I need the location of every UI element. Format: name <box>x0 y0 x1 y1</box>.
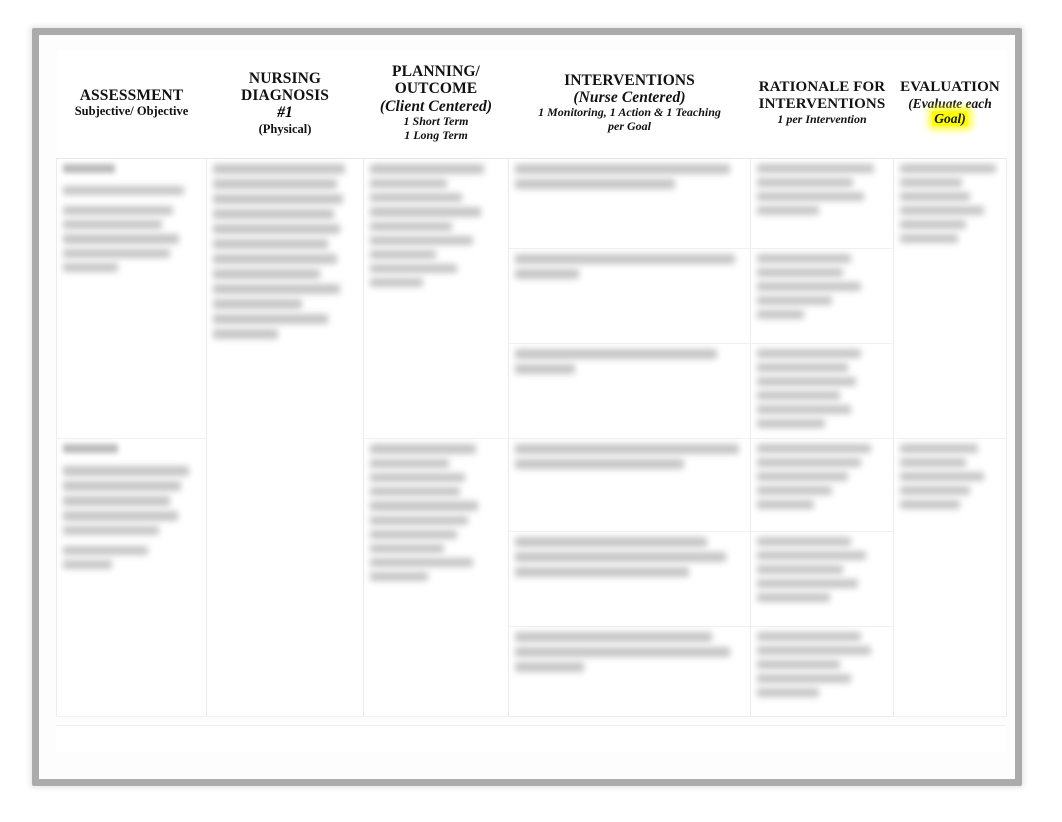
rationale-subtitle: 1 per Intervention <box>777 111 867 126</box>
cell-interventions-1-3[interactable] <box>508 343 751 439</box>
table-header: ASSESSMENT Subjective/ Objective NURSING… <box>56 50 1007 159</box>
cell-evaluation-1[interactable] <box>893 158 1007 439</box>
cell-rationale-2-3[interactable] <box>750 626 894 717</box>
cell-assessment-1[interactable] <box>56 158 207 439</box>
column-header-assessment: ASSESSMENT Subjective/ Objective <box>56 50 207 159</box>
table-body <box>56 158 1007 717</box>
cell-assessment-2[interactable] <box>56 438 207 717</box>
cell-evaluation-2[interactable] <box>893 438 1007 717</box>
evaluation-subtitle-line1: (Evaluate each <box>908 95 992 111</box>
redacted-content-interventions-2-3 <box>515 631 744 672</box>
column-header-evaluation: EVALUATION (Evaluate each Goal) <box>893 50 1007 159</box>
cell-interventions-2-3[interactable] <box>508 626 751 717</box>
interventions-title: INTERVENTIONS <box>564 71 695 89</box>
planning-title-line2: OUTCOME <box>394 80 478 98</box>
redacted-content-rationale-2-2 <box>757 536 887 602</box>
cell-interventions-1-1[interactable] <box>508 158 751 249</box>
redacted-content-planning-1 <box>370 163 502 287</box>
redacted-content-assessment-2 <box>63 443 200 569</box>
diagnosis-number: #1 <box>277 104 293 122</box>
rationale-title-line2: INTERVENTIONS <box>758 95 886 112</box>
cell-rationale-1-3[interactable] <box>750 343 894 439</box>
redacted-content-evaluation-1 <box>900 163 1000 243</box>
cell-diagnosis-1[interactable] <box>206 158 364 717</box>
cell-planning-1[interactable] <box>363 158 509 439</box>
cell-interventions-1-2[interactable] <box>508 248 751 344</box>
diagnosis-title-line2: DIAGNOSIS <box>241 86 329 104</box>
evaluation-goal-highlight: Goal) <box>932 111 968 127</box>
cell-planning-2[interactable] <box>363 438 509 717</box>
planning-note-line1: 1 Short Term <box>403 114 469 129</box>
table-row[interactable] <box>56 158 1007 717</box>
interventions-note-line1: 1 Monitoring, 1 Action & 1 Teaching <box>538 105 721 120</box>
redacted-content-rationale-1-3 <box>757 348 887 428</box>
careplan-table: ASSESSMENT Subjective/ Objective NURSING… <box>56 50 1007 717</box>
evaluation-subtitle-line2: Goal) <box>899 111 1002 127</box>
redacted-content-interventions-1-1 <box>515 163 744 189</box>
redacted-content-rationale-2-3 <box>757 631 887 697</box>
interventions-note-line2: per Goal <box>608 119 651 134</box>
redacted-content-rationale-1-1 <box>757 163 887 215</box>
rationale-title-line1: RATIONALE FOR <box>758 79 886 96</box>
cell-rationale-1-2[interactable] <box>750 248 894 344</box>
assessment-title: ASSESSMENT <box>79 86 184 104</box>
cell-interventions-2-1[interactable] <box>508 438 751 532</box>
assessment-subtitle: Subjective/ Objective <box>74 104 189 119</box>
redacted-content-rationale-1-2 <box>757 253 887 319</box>
redacted-content-interventions-2-2 <box>515 536 744 577</box>
column-header-rationale: RATIONALE FOR INTERVENTIONS 1 per Interv… <box>750 50 894 159</box>
cell-rationale-2-2[interactable] <box>750 531 894 627</box>
column-header-planning: PLANNING/ OUTCOME (Client Centered) 1 Sh… <box>363 50 509 159</box>
header-row: ASSESSMENT Subjective/ Objective NURSING… <box>56 50 1007 159</box>
diagnosis-title-line1: NURSING <box>248 69 322 87</box>
cell-rationale-1-1[interactable] <box>750 158 894 249</box>
column-header-interventions: INTERVENTIONS (Nurse Centered) 1 Monitor… <box>508 50 751 159</box>
redacted-content-diagnosis-1 <box>213 163 357 339</box>
cell-rationale-2-1[interactable] <box>750 438 894 532</box>
table-row[interactable] <box>56 438 1007 717</box>
redacted-content-interventions-1-2 <box>515 253 744 279</box>
interventions-subtitle: (Nurse Centered) <box>573 89 686 107</box>
cell-interventions-2-2[interactable] <box>508 531 751 627</box>
column-header-diagnosis: NURSING DIAGNOSIS #1 (Physical) <box>206 50 364 159</box>
redacted-content-assessment-1 <box>63 163 200 272</box>
planning-note-line2: 1 Long Term <box>404 127 468 142</box>
planning-subtitle: (Client Centered) <box>379 97 493 115</box>
redacted-content-evaluation-2 <box>900 443 1000 509</box>
planning-title-line1: PLANNING/ <box>392 63 480 81</box>
evaluation-title: EVALUATION <box>900 78 1000 95</box>
table-bottom-strip <box>56 725 1006 752</box>
diagnosis-subtitle: (Physical) <box>258 121 312 136</box>
redacted-content-interventions-2-1 <box>515 443 744 469</box>
redacted-content-interventions-1-3 <box>515 348 744 374</box>
redacted-content-planning-2 <box>370 443 502 581</box>
redacted-content-rationale-2-1 <box>757 443 887 509</box>
